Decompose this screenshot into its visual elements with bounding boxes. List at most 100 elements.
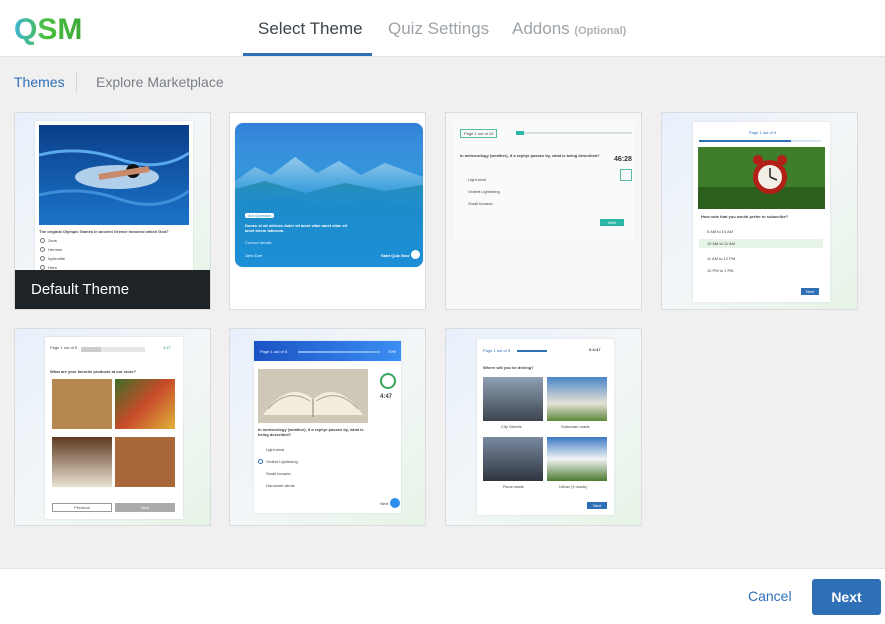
preview-radio	[40, 256, 45, 261]
preview-image-dairy	[52, 437, 112, 487]
preview-image-city	[483, 377, 543, 421]
preview-question: In meteorology (weather), if a zephyr pa…	[258, 427, 364, 437]
preview-previous-button: Previous	[52, 503, 112, 512]
preview-image-swimmer	[39, 125, 189, 225]
preview-progress-fill	[517, 350, 547, 352]
footer-bar: Cancel Next	[0, 568, 885, 624]
theme-card-timer[interactable]: Page 1 out of 15 In meteorology (weather…	[445, 112, 642, 310]
preview-timer-box	[620, 169, 632, 181]
preview-caption: Suburban roads	[561, 424, 590, 429]
step-addons-optional: (Optional)	[574, 25, 627, 37]
preview-image-alarm-clock	[698, 147, 825, 209]
preview-image-suburb	[547, 377, 607, 421]
preview-timer: 4:47	[163, 345, 171, 350]
preview-image-urban	[547, 437, 607, 481]
preview-timer: 4:47	[380, 394, 393, 400]
tab-divider	[76, 71, 77, 93]
preview-subtext: Contact details	[245, 240, 272, 245]
preview-image-mountains	[235, 123, 423, 267]
preview-option: Violent Lightening	[468, 189, 500, 194]
theme-card-landscape[interactable]: 3rd Question Donec et sit ultrices dolor…	[229, 112, 426, 310]
preview-radio	[40, 247, 45, 252]
preview-name: John Doe	[245, 253, 263, 258]
active-step-indicator	[243, 53, 372, 56]
preview-question: In meteorology (weather), if a zephyr pa…	[460, 153, 600, 158]
timer-ring-icon	[380, 373, 396, 389]
theme-preview: Page 1 out of 15 In meteorology (weather…	[454, 121, 634, 241]
preview-radio	[40, 238, 45, 243]
preview-option: Hermes	[48, 247, 63, 252]
preview-percent: 70%	[388, 349, 397, 354]
preview-option: 11 AM to 12 PM	[707, 256, 736, 261]
preview-page-indicator: Page 1 out of 5	[50, 345, 78, 350]
preview-caption: Urban (3 roads)	[559, 484, 588, 489]
step-addons-label: Addons	[512, 19, 570, 38]
preview-page-indicator: Page 1 out of 5	[260, 349, 288, 354]
tab-themes[interactable]: Themes	[14, 74, 65, 90]
preview-page-indicator: Page 1 out of 5	[749, 130, 777, 135]
preview-page-indicator: Page 1 out of 15	[460, 129, 498, 138]
preview-option: Aphrodite	[48, 256, 66, 261]
preview-option: 12 PM to 1 PM	[707, 268, 734, 273]
arrow-circle-icon	[411, 250, 420, 259]
preview-question: How note that you would prefer to subscr…	[701, 214, 789, 219]
preview-question: The original Olympic Games in ancient Gr…	[39, 229, 169, 234]
theme-preview: 3rd Question Donec et sit ultrices dolor…	[235, 123, 423, 267]
top-bar: QSM Select Theme Quiz Settings Addons (O…	[0, 0, 885, 57]
theme-card-default[interactable]: The original Olympic Games in ancient Gr…	[14, 112, 211, 310]
preview-next-button: Next	[600, 219, 625, 226]
arrow-circle-icon	[390, 498, 400, 508]
preview-option: Small tornado	[468, 201, 493, 206]
qsm-logo: QSM	[14, 13, 82, 45]
preview-option: Small tornado	[266, 471, 291, 476]
theme-preview: Page 1 out of 5 0:4:47 Where will you be…	[477, 339, 614, 515]
step-quiz-settings[interactable]: Quiz Settings	[388, 0, 489, 57]
preview-image-vegetables	[115, 379, 175, 429]
preview-next-label: Next	[380, 501, 389, 506]
preview-option: Zeus	[48, 238, 57, 243]
preview-option: 10 AM to 11 AM	[707, 241, 735, 246]
preview-next-button: Next	[115, 503, 175, 512]
step-select-theme[interactable]: Select Theme	[258, 0, 363, 57]
step-addons[interactable]: Addons (Optional)	[512, 0, 626, 57]
preview-option: Violent Lightening	[266, 459, 298, 464]
svg-text:QSM: QSM	[14, 13, 82, 45]
preview-caption: City Streets	[501, 424, 522, 429]
preview-next-button: Next	[587, 502, 608, 509]
preview-option: Light wind	[468, 177, 487, 182]
preview-badge: 3rd Question	[245, 213, 274, 218]
preview-progress-track	[516, 132, 632, 134]
theme-preview: Page 1 out of 5 4:47 What are your favor…	[45, 337, 183, 519]
tab-explore-marketplace[interactable]: Explore Marketplace	[96, 74, 224, 90]
preview-cta: Start Quiz Now	[381, 253, 410, 258]
next-button[interactable]: Next	[812, 579, 881, 615]
cancel-button[interactable]: Cancel	[748, 588, 792, 604]
preview-progress-fill	[516, 131, 524, 135]
theme-preview: Page 1 out of 5 70% 4:47 In meteorology …	[254, 341, 401, 513]
preview-option: 5 AM to 10 AM	[707, 229, 734, 234]
preview-page-indicator: Page 1 out of 5	[483, 348, 511, 353]
preview-question: Where will you be driving?	[483, 365, 534, 370]
app-window: QSM Select Theme Quiz Settings Addons (O…	[0, 0, 885, 624]
theme-card-alarm[interactable]: Page 1 out of 5 How note that you would …	[661, 112, 858, 310]
preview-progress-fill	[81, 347, 101, 352]
preview-progress-track	[298, 351, 380, 353]
preview-timer: 46:28	[614, 156, 632, 163]
theme-card-driving[interactable]: Page 1 out of 5 0:4:47 Where will you be…	[445, 328, 642, 526]
preview-image-bread	[52, 379, 112, 429]
theme-name-label: Default Theme	[15, 270, 210, 309]
preview-image-rural	[483, 437, 543, 481]
preview-caption: Rural roads	[503, 484, 524, 489]
theme-card-products[interactable]: Page 1 out of 5 4:47 What are your favor…	[14, 328, 211, 526]
preview-option: Light wind	[266, 447, 285, 452]
preview-question: Donec et sit ultrices dolor sit amet vit…	[245, 223, 348, 233]
preview-next-button: Next	[801, 288, 820, 295]
preview-radio-selected	[258, 459, 263, 464]
theme-card-book[interactable]: Page 1 out of 5 70% 4:47 In meteorology …	[229, 328, 426, 526]
preview-question: What are your favorite products at our s…	[50, 369, 137, 374]
theme-preview: Page 1 out of 5 How note that you would …	[693, 122, 830, 302]
preview-progress-fill	[699, 140, 791, 142]
preview-image-nuts	[115, 437, 175, 487]
theme-subnav: Themes Explore Marketplace	[0, 57, 885, 105]
preview-option: Hurricane winds	[266, 483, 295, 488]
